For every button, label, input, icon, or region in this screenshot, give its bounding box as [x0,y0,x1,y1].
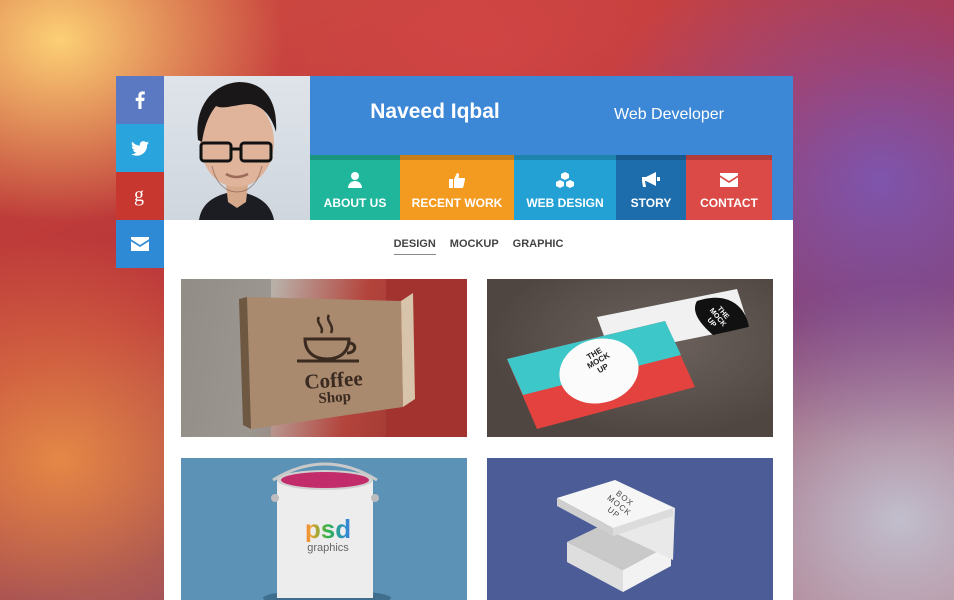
filter-design[interactable]: DESIGN [393,238,436,255]
nav-label: ABOUT US [323,195,387,210]
nav-label: CONTACT [700,195,758,210]
user-icon [348,171,362,188]
google-plus-button[interactable]: g [116,172,164,220]
filter-graphic[interactable]: GRAPHIC [513,238,564,255]
nav-story[interactable]: STORY [616,155,686,220]
twitter-icon [131,140,149,156]
bullhorn-icon [642,171,660,187]
nav-about-us[interactable]: ABOUT US [310,155,400,220]
nav-label: RECENT WORK [411,195,503,210]
social-bar: g [116,76,164,268]
psd-logo-subtext: graphics [307,542,349,554]
filter-tabs: DESIGN MOCKUP GRAPHIC [164,238,793,255]
cubes-icon [556,171,574,188]
gallery-item-business-card[interactable]: THE MOCK UP THE MOCK UP [487,279,773,437]
portrait-photo [197,82,277,220]
nav-label: STORY [630,195,672,210]
gallery-item-box-mockup[interactable]: BOX MOCK UP [487,458,773,600]
nav-recent-work[interactable]: RECENT WORK [400,155,514,220]
google-plus-icon: g [134,186,144,206]
profile-header: Naveed Iqbal Web Developer ABOUT US RECE… [164,76,793,220]
twitter-button[interactable] [116,124,164,172]
mail-button[interactable] [116,220,164,268]
facebook-button[interactable] [116,76,164,124]
gallery-item-coffee-shop[interactable]: Coffee Shop [181,279,467,437]
nav-web-design[interactable]: WEB DESIGN [514,155,616,220]
main-nav: ABOUT US RECENT WORK WEB DESIGN STORY CO… [310,155,772,220]
filter-mockup[interactable]: MOCKUP [450,238,499,255]
nav-label: WEB DESIGN [526,195,604,210]
profile-card: Naveed Iqbal Web Developer ABOUT US RECE… [164,76,793,600]
envelope-icon [131,237,149,251]
facebook-icon [135,91,145,109]
nav-contact[interactable]: CONTACT [686,155,772,220]
profile-role: Web Developer [614,106,724,123]
envelope-icon [720,172,738,187]
psd-logo-text: psd [293,516,363,542]
profile-name: Naveed Iqbal [370,100,500,123]
avatar [164,76,310,220]
gallery-item-paint-can[interactable]: psd graphics [181,458,467,600]
svg-text:g: g [134,186,144,206]
portfolio-app: g Naveed Iqbal Web Developer ABOUT US RE… [116,76,793,600]
thumbs-up-icon [449,172,465,188]
